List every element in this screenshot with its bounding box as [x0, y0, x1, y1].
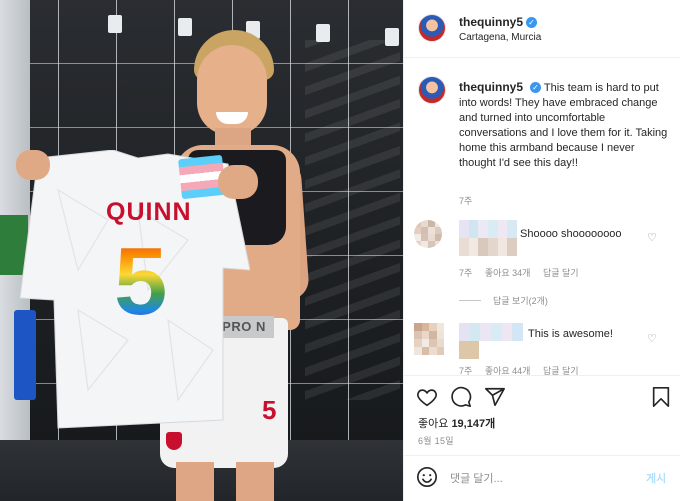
heart-icon[interactable] [416, 386, 438, 408]
replies-divider [459, 300, 481, 301]
comment-time[interactable]: 7주 [459, 268, 472, 278]
likes-number: 19,147개 [451, 418, 496, 430]
coat-hook [385, 28, 399, 46]
canada-crest [166, 432, 182, 450]
coat-hook [108, 15, 122, 33]
coat-hook [178, 18, 192, 36]
divider [404, 375, 680, 376]
share-icon[interactable] [484, 386, 506, 408]
location-link[interactable]: Cartagena, Murcia [459, 32, 541, 43]
comment-reply-button[interactable]: 답글 달기 [543, 268, 579, 278]
leg [176, 462, 214, 501]
divider [404, 455, 680, 456]
post-sidebar: thequinny5 ✓ Cartagena, Murcia thequinny5… [403, 0, 680, 501]
shorts-number: 5 [262, 395, 277, 425]
view-replies-button[interactable]: 답글 보기(2개) [459, 294, 548, 307]
hand [218, 165, 258, 199]
jersey-number: 5 [114, 228, 168, 335]
caption-username-link[interactable]: thequinny5 [459, 80, 523, 94]
comment-username-blurred [459, 238, 517, 256]
comment-icon[interactable] [450, 386, 472, 408]
like-count[interactable]: 좋아요 19,147개 [418, 415, 495, 431]
verified-icon: ✓ [526, 17, 538, 28]
jersey-name: QUINN [106, 198, 192, 226]
caption-text: This team is hard to put into words! The… [459, 82, 668, 169]
comment-text: Shoooo shoooooooo [520, 228, 622, 240]
header-username-row: thequinny5 ✓ [459, 15, 538, 29]
comment-username-blurred [459, 341, 479, 359]
bookmark-icon[interactable] [650, 386, 672, 408]
post-date[interactable]: 6월 15일 [418, 434, 454, 447]
post-comment-button[interactable]: 게시 [646, 470, 666, 486]
avatar[interactable] [418, 76, 446, 104]
likes-label: 좋아요 [418, 418, 449, 430]
verified-icon: ✓ [530, 82, 542, 93]
emoji-icon[interactable] [416, 466, 438, 488]
comment-reply-button[interactable]: 답글 달기 [543, 366, 579, 375]
comment-avatar-blurred[interactable] [414, 323, 444, 355]
comment-heart-icon[interactable]: ♡ [647, 332, 657, 345]
comment-time[interactable]: 7주 [459, 366, 472, 375]
comment-heart-icon[interactable]: ♡ [647, 231, 657, 244]
comment-username-blurred[interactable] [459, 323, 523, 341]
post-header: thequinny5 ✓ Cartagena, Murcia [404, 0, 680, 58]
comment-text: This is awesome! [528, 328, 613, 340]
caption-timestamp[interactable]: 7주 [459, 194, 472, 207]
comment-meta: 7주 좋아요 34개 답글 달기 [459, 266, 589, 279]
comment-likes[interactable]: 좋아요 34개 [485, 268, 531, 278]
caption: thequinny5 ✓ This team is hard to put int… [459, 80, 669, 171]
coat-hook [316, 24, 330, 42]
comment-meta: 7주 좋아요 44개 답글 달기 [459, 364, 589, 375]
post-photo[interactable]: PRO N 5 QUINN 5 [0, 0, 403, 501]
avatar[interactable] [418, 14, 446, 42]
wall-graphic [305, 40, 400, 400]
leg [236, 462, 274, 501]
comment-username-blurred[interactable] [459, 220, 517, 238]
comment-input[interactable]: 댓글 달기... [450, 470, 503, 486]
comment-likes[interactable]: 좋아요 44개 [485, 366, 531, 375]
username-link[interactable]: thequinny5 [459, 15, 523, 29]
comment-avatar-blurred[interactable] [414, 220, 442, 248]
view-replies-label: 답글 보기(2개) [493, 296, 548, 306]
hand [16, 150, 50, 180]
